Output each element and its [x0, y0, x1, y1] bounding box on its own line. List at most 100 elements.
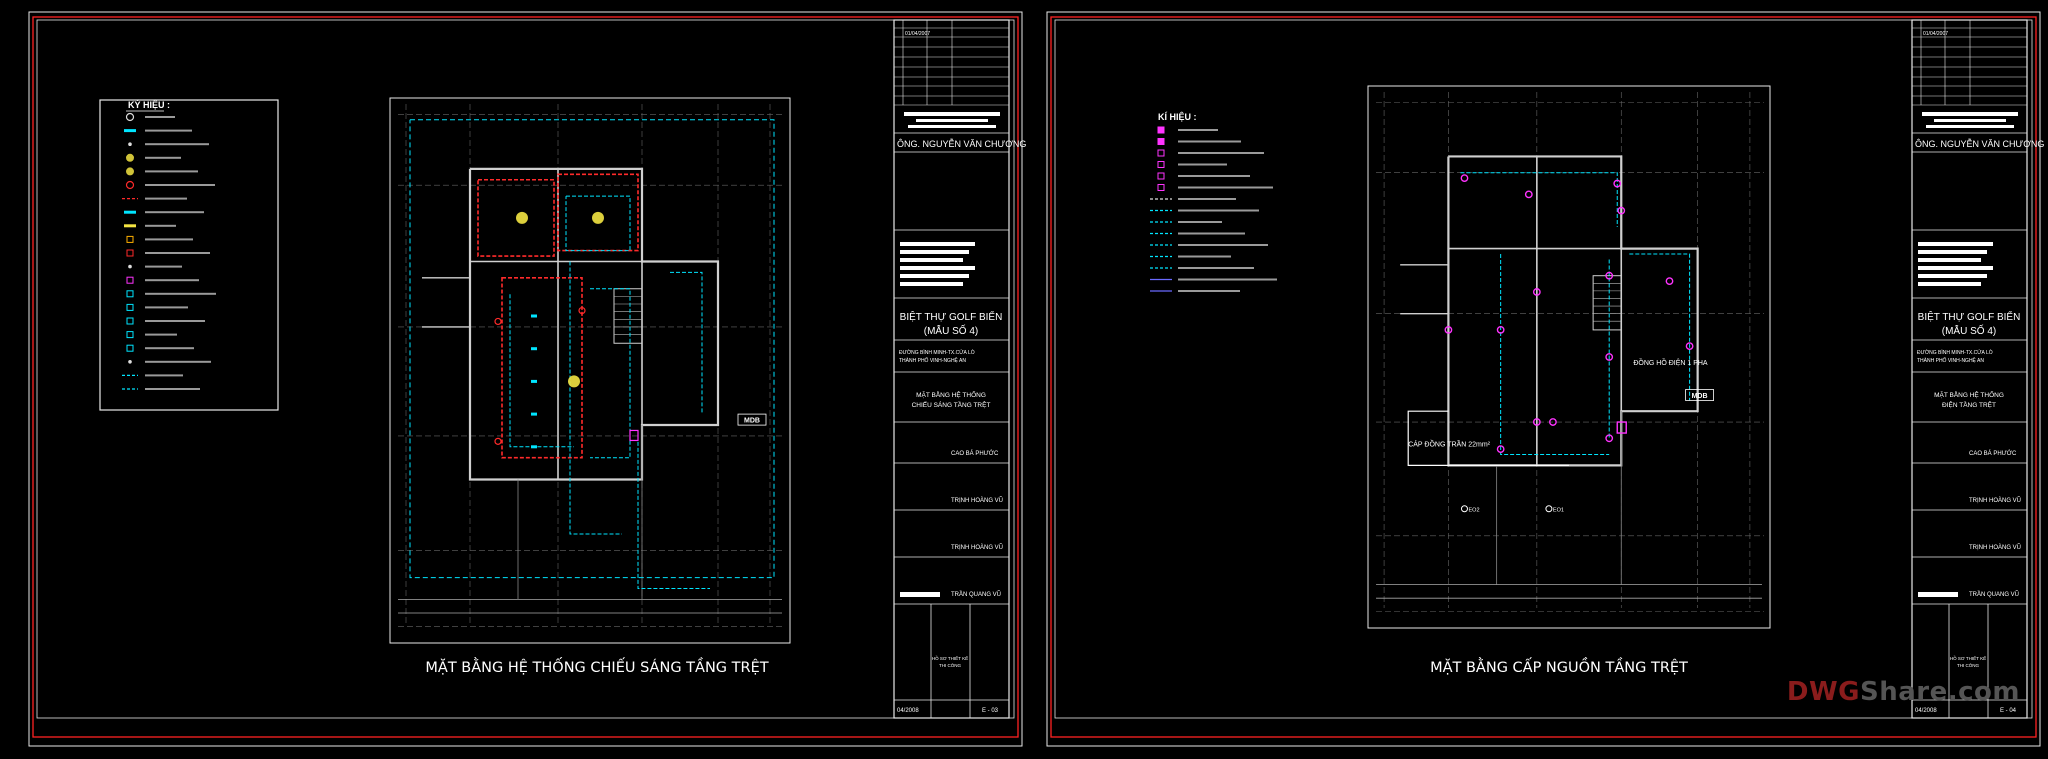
project-name: BIỆT THỰ GOLF BIỂN: [900, 310, 1003, 323]
staff-info: CAO BÁ PHƯỚC TRỊNH HOÀNG VŨ TRỊNH HOÀNG VŨ…: [894, 450, 1009, 605]
building-walls: [1376, 155, 1762, 599]
redacted-bar: [1926, 125, 2014, 128]
redacted-bar: [916, 119, 988, 122]
legend-text-stub: [1178, 163, 1227, 166]
legend-symbol: [126, 276, 134, 284]
redacted-bar: [1918, 250, 1987, 254]
legend-symbol: [126, 290, 134, 298]
redacted-bar: [1918, 274, 1987, 278]
sheet-number: E - 03: [982, 708, 999, 714]
legend-symbol: [126, 331, 134, 339]
redacted-bar: [1918, 266, 1993, 270]
legend-symbol: [1157, 172, 1165, 180]
porch-wall: [422, 277, 471, 328]
power-circuit: [1460, 172, 1618, 227]
stage-1: HỒ SƠ THIẾT KẾ: [932, 655, 968, 661]
legend-symbol: [125, 112, 135, 122]
ceiling-light-fixture: [592, 211, 604, 224]
legend-text-stub: [145, 279, 199, 282]
staircase: [613, 288, 643, 344]
redacted-bar: [900, 592, 940, 597]
staff-cad: TRỊNH HOÀNG VŨ: [1969, 544, 2021, 551]
legend-text-stub: [1178, 209, 1259, 212]
floor-plan: [389, 97, 791, 644]
cad-drawing-canvas[interactable]: KÝ HIỆU : MDB MẶT BẰNG HỆ THỐNG CHIẾU SÁNG…: [0, 0, 2048, 759]
redacted-bar: [1934, 119, 2006, 122]
redacted-bar: [908, 125, 996, 128]
room-circuit: [590, 288, 631, 459]
ceiling-light-fixture: [568, 375, 580, 388]
location-line-2: THÀNH PHỐ VINH-NGHỆ AN: [1917, 356, 1984, 364]
legend-heading: KÝ HIỆU :: [128, 99, 170, 110]
mdb-label: MDB: [744, 418, 760, 425]
title-block-frame: [1911, 19, 2028, 719]
staff-manager: TRẦN QUANG VŨ: [1969, 591, 2019, 598]
legend-text-stub: [145, 238, 193, 241]
legend-text-stub: [145, 184, 215, 186]
redacted-bar: [1918, 592, 1958, 597]
legend-symbol: [1157, 126, 1165, 134]
drawing-sheet-2[interactable]: KÍ HIỆU :MDBCÁP ĐỒNG TRẦN 22mm²ĐỒNG HỒ Đ…: [1046, 11, 2044, 747]
legend-text-stub: [1178, 198, 1236, 200]
wall-light-fixture: [494, 437, 502, 445]
drawing-name-2: ĐIỆN TẦNG TRỆT: [1942, 399, 1996, 409]
legend-symbol: [126, 235, 134, 243]
legend-symbol: [1157, 149, 1165, 157]
legend-text-stub: [1178, 140, 1241, 143]
legend-symbol: [1157, 184, 1165, 191]
legend-symbol: [128, 360, 132, 364]
sheet-outer-frame: [1046, 11, 2041, 747]
redacted-bar: [900, 274, 969, 278]
sheet-title: MẶT BẰNG CẤP NGUỒN TẦNG TRỆT: [1430, 657, 1688, 676]
owner-name: ÔNG. NGUYỄN VĂN CHƯƠNG: [897, 138, 1026, 149]
drawing-name-1: MẶT BẰNG HỆ THỐNG: [1934, 389, 2004, 399]
legend-text-stub: [1178, 244, 1268, 246]
project-model: (MẪU SỐ 4): [1942, 323, 1996, 337]
legend-text-stub: [145, 292, 216, 295]
building-walls: [398, 167, 782, 614]
earth-rod: [1545, 505, 1553, 513]
legend-text-stub: [145, 374, 183, 377]
earthing-cable: [1407, 410, 1569, 466]
watermark-share: Share.com: [1860, 677, 2020, 707]
legend-text-stub: [1178, 129, 1218, 131]
legend-text-stub: [145, 143, 209, 146]
staircase: [1592, 275, 1622, 331]
note-earth-rod-2: EO2: [1469, 507, 1480, 513]
project-model: (MẪU SỐ 4): [924, 323, 978, 337]
mdb-label: MDB: [1692, 393, 1708, 400]
power-outlet: [1524, 190, 1533, 199]
drawing-name-1: MẶT BẰNG HỆ THỐNG: [916, 389, 986, 399]
legend-text-stub: [1178, 232, 1245, 235]
drawing-name-2: CHIẾU SÁNG TẦNG TRỆT: [912, 399, 991, 409]
redacted-bar: [1922, 112, 2018, 116]
watermark-logo: DWGShare.com: [1787, 677, 2020, 707]
legend-text-stub: [145, 360, 211, 363]
distribution-board: [629, 429, 639, 442]
drawing-sheet-1[interactable]: KÝ HIỆU : MDB MẶT BẰNG HỆ THỐNG CHIẾU SÁNG…: [28, 11, 1026, 747]
legend-power: KÍ HIỆU :: [1150, 111, 1277, 292]
redacted-bar: [900, 266, 975, 270]
location-line-1: ĐƯỜNG BÌNH MINH-TX.CỬA LÒ: [1917, 349, 1993, 356]
staff-designer: TRỊNH HOÀNG VŨ: [1969, 497, 2021, 504]
ceiling-light-fixture: [516, 211, 528, 224]
legend-symbol: [126, 249, 134, 257]
legend-text-stub: [145, 116, 175, 118]
legend-text-stub: [145, 388, 200, 390]
power-outlet: [1665, 277, 1674, 286]
location-line-2: THÀNH PHỐ VINH-NGHỆ AN: [899, 356, 966, 364]
sheet-title: MẶT BẰNG HỆ THỐNG CHIẾU SÁNG TẦNG TRỆT: [425, 657, 768, 676]
legend-symbol: [124, 129, 136, 133]
company-block: ÔNG. NGUYỄN VĂN CHƯƠNG: [894, 112, 1026, 299]
sheet-inner-frame: [1054, 19, 2033, 719]
legend-symbol: [126, 344, 134, 352]
legend-text-stub: [145, 320, 205, 322]
service-circuit: [637, 435, 710, 589]
tube-light: [531, 347, 537, 351]
title-block: 01/04/2007 ÔNG. NGUYỄN VĂN CHƯƠNG BIỆT THỰ…: [893, 19, 1026, 719]
legend-symbol: [126, 317, 134, 325]
tube-light: [531, 445, 537, 449]
legend-symbol: [1157, 138, 1165, 145]
staff-chief: CAO BÁ PHƯỚC: [951, 450, 999, 457]
legend-lighting: KÝ HIỆU :: [99, 99, 279, 411]
